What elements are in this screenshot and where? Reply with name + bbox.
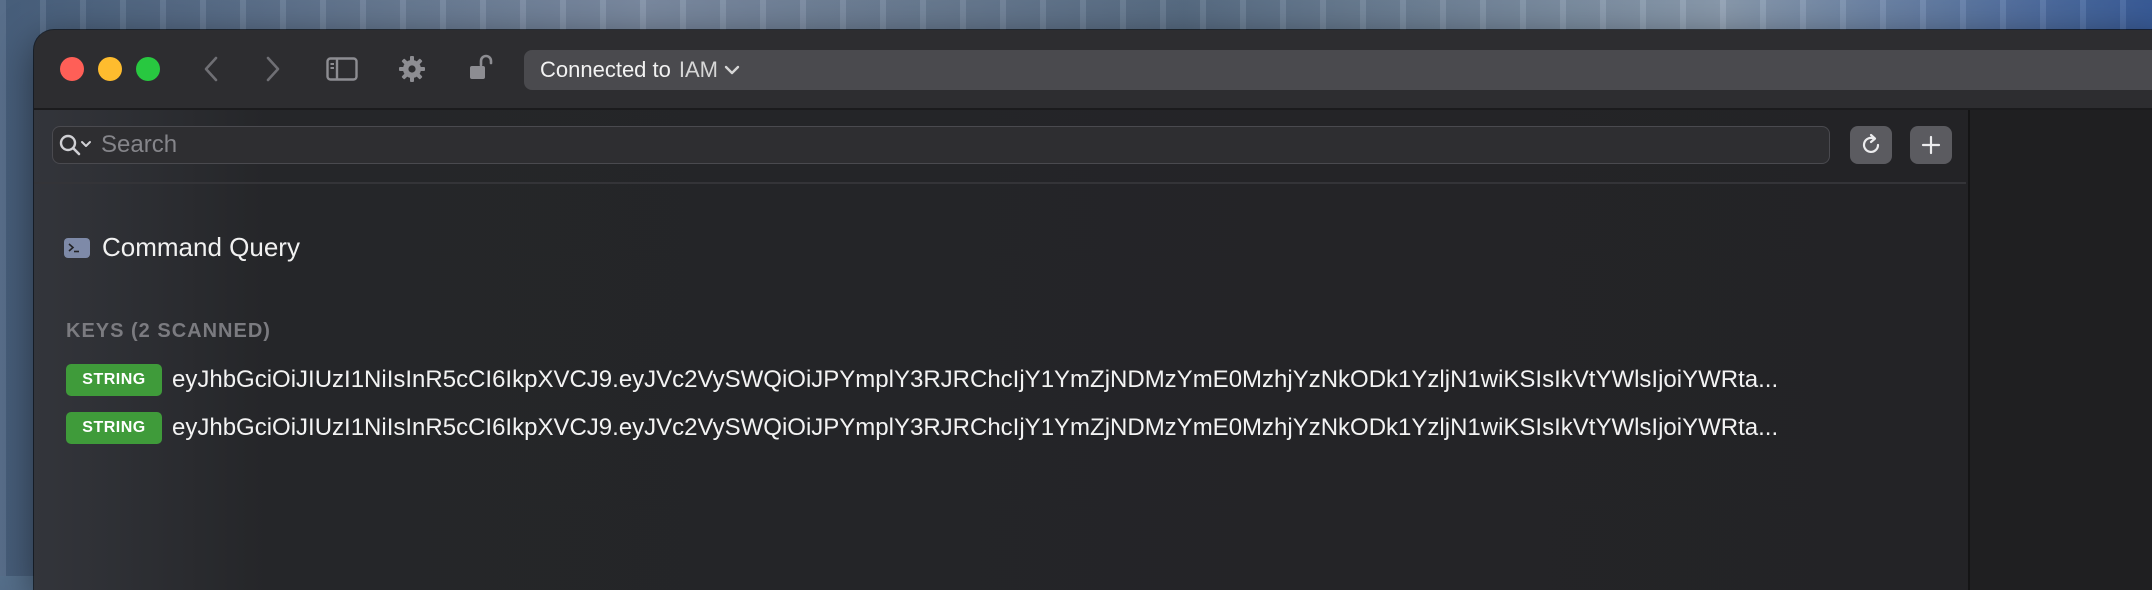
chevron-down-icon (724, 64, 740, 76)
back-icon[interactable] (194, 52, 228, 86)
close-window-button[interactable] (60, 57, 84, 81)
search-input[interactable] (99, 130, 1829, 160)
connection-prefix: Connected to (540, 57, 671, 82)
gear-icon[interactable] (392, 52, 432, 86)
type-badge: STRING (66, 412, 162, 444)
detail-panel (1968, 110, 2152, 590)
type-badge: STRING (66, 364, 162, 396)
terminal-icon (64, 237, 90, 258)
refresh-button[interactable] (1850, 126, 1892, 164)
app-window: Connected to IAM Command Query KEYS (34, 30, 2152, 590)
key-name: eyJhbGciOiJIUzI1NiIsInR5cCI6IkpXVCJ9.eyJ… (172, 414, 1779, 441)
unlocked-icon[interactable] (462, 52, 502, 86)
key-name: eyJhbGciOiJIUzI1NiIsInR5cCI6IkpXVCJ9.eyJ… (172, 366, 1779, 393)
header-divider (34, 182, 1966, 184)
search-bar[interactable] (52, 126, 1830, 164)
search-icon[interactable] (53, 133, 99, 157)
key-row[interactable]: STRING eyJhbGciOiJIUzI1NiIsInR5cCI6IkpXV… (66, 411, 1966, 445)
connection-selector[interactable]: Connected to IAM (524, 50, 2152, 90)
minimize-window-button[interactable] (98, 57, 122, 81)
title-bar: Connected to IAM (34, 30, 2152, 110)
refresh-icon (1862, 133, 1880, 154)
add-key-button[interactable] (1910, 126, 1952, 164)
connection-database: IAM (678, 57, 718, 82)
command-query-label: Command Query (102, 232, 300, 262)
maximize-window-button[interactable] (136, 57, 160, 81)
plus-icon (1921, 135, 1941, 155)
forward-icon[interactable] (256, 52, 290, 86)
sidebar-toggle-icon[interactable] (322, 52, 362, 86)
key-browser-panel: Command Query KEYS (2 SCANNED) STRING ey… (34, 110, 1966, 590)
key-row[interactable]: STRING eyJhbGciOiJIUzI1NiIsInR5cCI6IkpXV… (66, 363, 1966, 397)
keys-section-title: KEYS (2 SCANNED) (66, 320, 271, 342)
command-query-item[interactable]: Command Query (64, 232, 300, 263)
